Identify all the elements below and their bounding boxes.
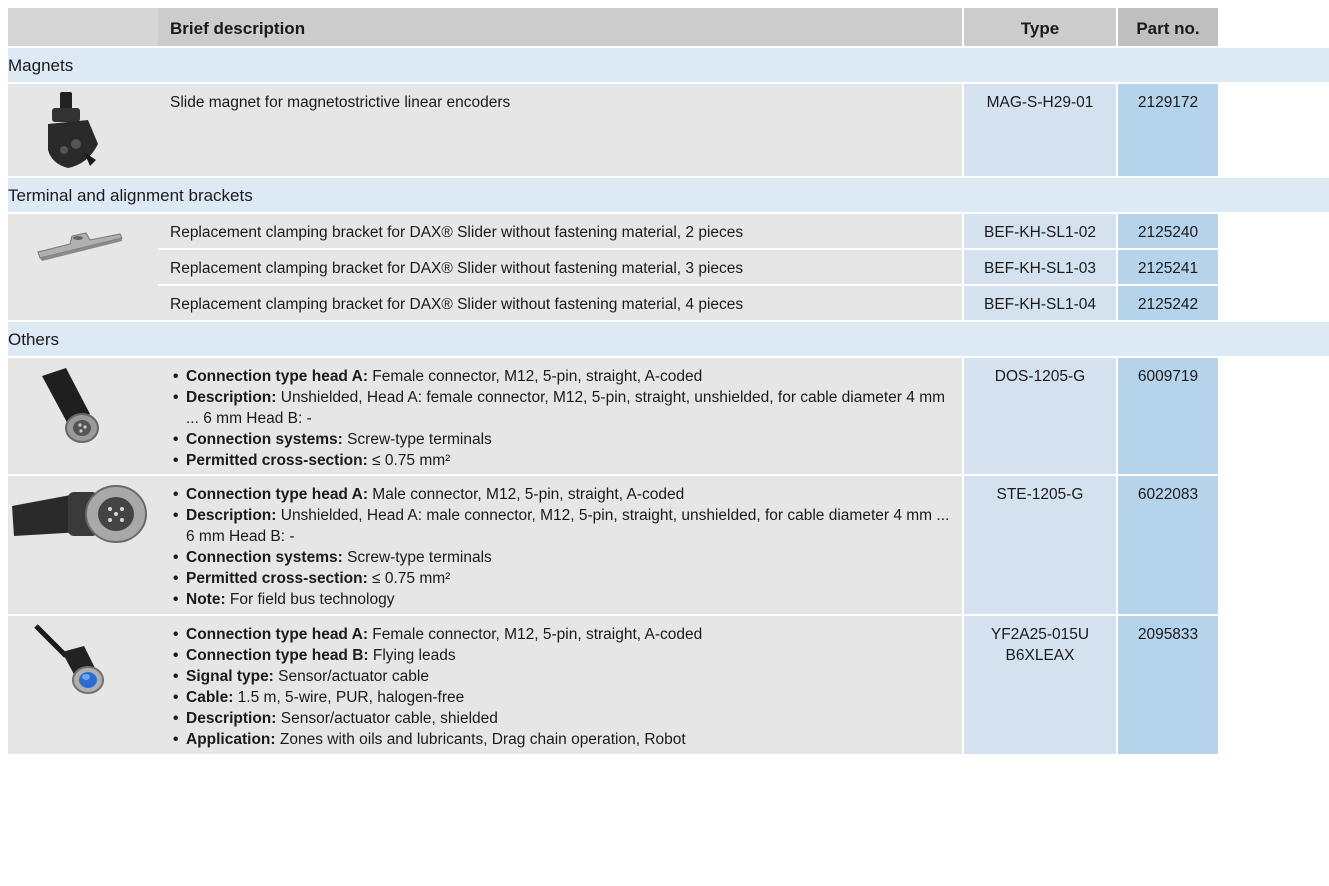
table-row: Connection type head A: Male connector, … bbox=[8, 476, 1329, 616]
row-part-no: 2125240 bbox=[1118, 214, 1220, 250]
spec-item: Connection systems: Screw-type terminals bbox=[170, 429, 950, 450]
row-description: Replacement clamping bracket for DAX® Sl… bbox=[158, 250, 964, 286]
row-description: Connection type head A: Female connector… bbox=[158, 616, 964, 756]
section-title: Magnets bbox=[8, 56, 74, 75]
spec-item: Connection type head A: Female connector… bbox=[170, 624, 950, 645]
row-part-no: 2129172 bbox=[1118, 84, 1220, 178]
row-part-no: 6022083 bbox=[1118, 476, 1220, 616]
table-row: Connection type head A: Female connector… bbox=[8, 616, 1329, 756]
row-description: Connection type head A: Female connector… bbox=[158, 358, 964, 476]
spec-item: Description: Unshielded, Head A: male co… bbox=[170, 505, 950, 547]
spec-item: Permitted cross-section: ≤ 0.75 mm² bbox=[170, 450, 950, 471]
slide-magnet-icon bbox=[48, 92, 98, 168]
header-type: Type bbox=[964, 8, 1118, 48]
section-title: Others bbox=[8, 330, 60, 349]
row-type: BEF-KH-SL1-02 bbox=[964, 214, 1118, 250]
spec-item: Connection type head B: Flying leads bbox=[170, 645, 950, 666]
row-type: STE-1205-G bbox=[964, 476, 1118, 616]
clamping-bracket-image bbox=[8, 214, 158, 322]
row-part-no: 2125241 bbox=[1118, 250, 1220, 286]
spec-item: Application: Zones with oils and lubrica… bbox=[170, 729, 950, 750]
spec-item: Description: Sensor/actuator cable, shie… bbox=[170, 708, 950, 729]
female-connector-image bbox=[8, 358, 158, 476]
spec-item: Cable: 1.5 m, 5-wire, PUR, halogen-free bbox=[170, 687, 950, 708]
spec-item: Connection type head A: Male connector, … bbox=[170, 484, 950, 505]
spec-list: Connection type head A: Female connector… bbox=[170, 366, 950, 471]
row-description: Slide magnet for magnetostrictive linear… bbox=[158, 84, 964, 178]
section-header: Magnets bbox=[8, 48, 1329, 84]
row-description: Replacement clamping bracket for DAX® Sl… bbox=[158, 286, 964, 322]
female-connector-icon bbox=[42, 368, 99, 443]
section-title: Terminal and alignment brackets bbox=[8, 186, 253, 205]
row-type: BEF-KH-SL1-04 bbox=[964, 286, 1118, 322]
row-type: MAG-S-H29-01 bbox=[964, 84, 1118, 178]
section-header: Terminal and alignment brackets bbox=[8, 178, 1329, 214]
row-part-no: 2095833 bbox=[1118, 616, 1220, 756]
accessories-table: Brief description Type Part no. Magnets … bbox=[8, 8, 1329, 756]
header-brief-description: Brief description bbox=[158, 8, 964, 48]
header-image-cell bbox=[8, 8, 158, 48]
male-connector-icon bbox=[12, 485, 147, 543]
row-description: Connection type head A: Male connector, … bbox=[158, 476, 964, 616]
table-row: Replacement clamping bracket for DAX® Sl… bbox=[158, 250, 1220, 286]
spec-list: Connection type head A: Female connector… bbox=[170, 624, 950, 750]
row-type: YF2A25-015UB6XLEAX bbox=[964, 616, 1118, 756]
row-part-no: 2125242 bbox=[1118, 286, 1220, 322]
row-type: DOS-1205-G bbox=[964, 358, 1118, 476]
table-row: Replacement clamping bracket for DAX® Sl… bbox=[158, 286, 1220, 322]
spec-item: Permitted cross-section: ≤ 0.75 mm² bbox=[170, 568, 950, 589]
slide-magnet-image bbox=[8, 84, 158, 178]
spec-item: Connection type head A: Female connector… bbox=[170, 366, 950, 387]
spec-item: Connection systems: Screw-type terminals bbox=[170, 547, 950, 568]
spec-item: Note: For field bus technology bbox=[170, 589, 950, 610]
header-part-no: Part no. bbox=[1118, 8, 1220, 48]
table-row: Connection type head A: Female connector… bbox=[8, 358, 1329, 476]
spec-item: Description: Unshielded, Head A: female … bbox=[170, 387, 950, 429]
spec-item: Signal type: Sensor/actuator cable bbox=[170, 666, 950, 687]
spec-list: Connection type head A: Male connector, … bbox=[170, 484, 950, 610]
clamping-bracket-icon bbox=[37, 232, 123, 261]
table-row: Replacement clamping bracket for DAX® Sl… bbox=[158, 214, 1220, 250]
section-header: Others bbox=[8, 322, 1329, 358]
row-description: Replacement clamping bracket for DAX® Sl… bbox=[158, 214, 964, 250]
sensor-cable-icon bbox=[34, 624, 104, 694]
row-part-no: 6009719 bbox=[1118, 358, 1220, 476]
row-type: BEF-KH-SL1-03 bbox=[964, 250, 1118, 286]
sensor-cable-image bbox=[8, 616, 158, 756]
table-row: Slide magnet for magnetostrictive linear… bbox=[8, 84, 1329, 178]
male-connector-image bbox=[8, 476, 158, 616]
table-header: Brief description Type Part no. bbox=[8, 8, 1329, 48]
